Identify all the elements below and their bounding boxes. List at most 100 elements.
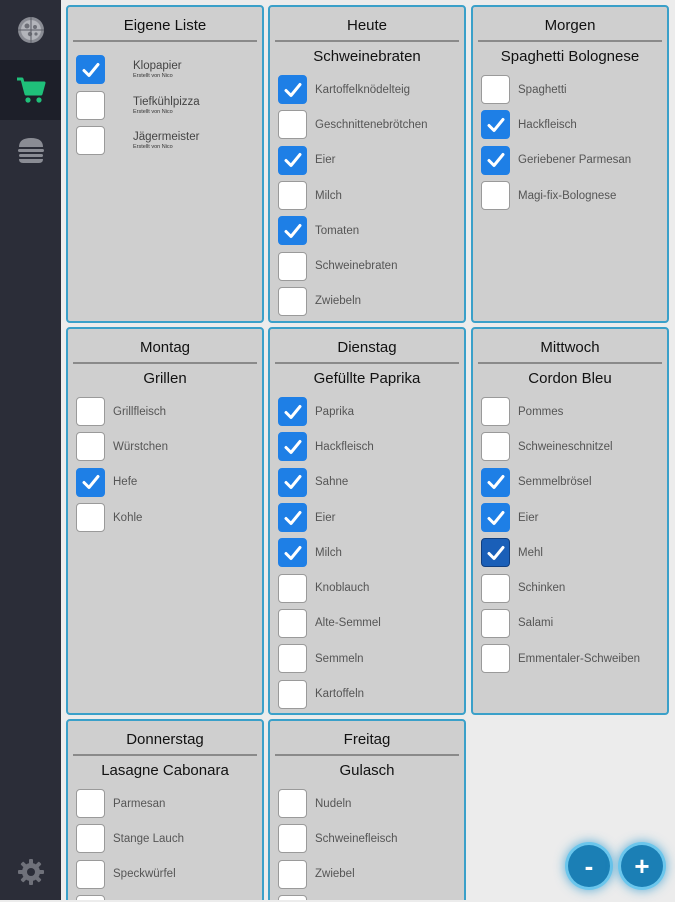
item-checkbox[interactable]	[76, 397, 105, 427]
item-checkbox[interactable]	[278, 573, 307, 603]
list-item[interactable]: Salami	[473, 606, 667, 641]
list-item[interactable]: Magi-fix-Bolognese	[473, 178, 667, 213]
list-item[interactable]: Semmeln	[270, 641, 464, 676]
list-item[interactable]: Hefe	[68, 465, 262, 500]
item-checkbox[interactable]	[278, 895, 307, 900]
item-checkbox[interactable]	[278, 110, 307, 140]
item-checkbox[interactable]	[278, 216, 307, 246]
item-checkbox[interactable]	[76, 90, 105, 120]
list-item[interactable]: Schinken	[473, 570, 667, 605]
list-item[interactable]: Sahne	[270, 465, 464, 500]
item-checkbox[interactable]	[481, 538, 510, 568]
nav-burger-button[interactable]	[0, 120, 61, 180]
list-item[interactable]	[68, 892, 262, 900]
list-item[interactable]: Schweineschnitzel	[473, 429, 667, 464]
list-item[interactable]: Semmelbrösel	[473, 465, 667, 500]
item-label: Zwiebel	[315, 868, 355, 881]
item-checkbox[interactable]	[76, 432, 105, 462]
list-item[interactable]: Eier	[270, 143, 464, 178]
item-checkbox[interactable]	[278, 789, 307, 819]
list-item[interactable]: Geschnittenebrötchen	[270, 107, 464, 142]
item-checkbox[interactable]	[481, 644, 510, 674]
card-title: Donnerstag	[73, 724, 257, 756]
list-item[interactable]: Eier	[473, 500, 667, 535]
list-item[interactable]: Jägermeister Erstellt von Nico	[68, 123, 262, 159]
day-card: Montag Grillen Grillfleisch Würstchen Hef…	[66, 327, 264, 715]
item-checkbox[interactable]	[278, 679, 307, 709]
item-checkbox[interactable]	[481, 467, 510, 497]
item-checkbox[interactable]	[76, 789, 105, 819]
item-checkbox[interactable]	[481, 75, 510, 105]
pizza-icon	[17, 17, 44, 43]
list-item[interactable]: Klopapier Erstellt von Nico	[68, 52, 262, 88]
item-checkbox[interactable]	[481, 181, 510, 211]
minus-button[interactable]: -	[568, 845, 610, 887]
item-checkbox[interactable]	[76, 503, 105, 533]
list-item[interactable]: Zwiebeln	[270, 284, 464, 319]
item-checkbox[interactable]	[278, 467, 307, 497]
list-item[interactable]: Emmentaler-Schweiben	[473, 641, 667, 676]
list-item[interactable]: Alte-Semmel	[270, 606, 464, 641]
item-checkbox[interactable]	[278, 75, 307, 105]
dish-name: Schweinebraten	[313, 48, 421, 65]
list-item[interactable]: Schweinefleisch	[270, 821, 464, 856]
list-item[interactable]: Spaghetti	[473, 72, 667, 107]
item-checkbox[interactable]	[481, 397, 510, 427]
list-item[interactable]	[270, 892, 464, 900]
item-checkbox[interactable]	[278, 538, 307, 568]
plus-button[interactable]: +	[621, 845, 663, 887]
item-checkbox[interactable]	[278, 608, 307, 638]
list-item[interactable]: Hackfleisch	[473, 107, 667, 142]
item-checkbox[interactable]	[278, 859, 307, 889]
item-checkbox[interactable]	[278, 145, 307, 175]
list-item[interactable]: Nudeln	[270, 786, 464, 821]
nav-pizza-button[interactable]	[0, 0, 61, 60]
list-item[interactable]: Grillfleisch	[68, 394, 262, 429]
list-item[interactable]: Milch	[270, 535, 464, 570]
item-checkbox[interactable]	[278, 503, 307, 533]
nav-cart-button[interactable]	[0, 60, 61, 120]
item-checkbox[interactable]	[76, 55, 105, 85]
list-item[interactable]: Milch	[270, 178, 464, 213]
item-checkbox[interactable]	[278, 181, 307, 211]
list-item[interactable]: Knoblauch	[270, 570, 464, 605]
list-item[interactable]: Mehl	[473, 535, 667, 570]
item-checkbox[interactable]	[76, 895, 105, 900]
list-item[interactable]: Hackfleisch	[270, 429, 464, 464]
list-item[interactable]: Paprika	[270, 394, 464, 429]
list-item[interactable]: Tiefkühlpizza Erstellt von Nico	[68, 88, 262, 124]
settings-button[interactable]	[0, 842, 61, 902]
item-checkbox[interactable]	[481, 145, 510, 175]
item-checkbox[interactable]	[481, 608, 510, 638]
list-item[interactable]: Kartoffeln	[270, 676, 464, 711]
item-checkbox[interactable]	[481, 573, 510, 603]
item-checkbox[interactable]	[278, 286, 307, 316]
item-label: Eier	[518, 511, 539, 524]
list-item[interactable]: Kartoffelknödelteig	[270, 72, 464, 107]
list-item[interactable]: Eier	[270, 500, 464, 535]
item-checkbox[interactable]	[481, 110, 510, 140]
item-label: Parmesan	[113, 797, 166, 810]
item-checkbox[interactable]	[76, 467, 105, 497]
item-checkbox[interactable]	[481, 503, 510, 533]
item-label: Sahne	[315, 476, 349, 489]
item-checkbox[interactable]	[76, 126, 105, 156]
list-item[interactable]: Würstchen	[68, 429, 262, 464]
list-item[interactable]: Zwiebel	[270, 857, 464, 892]
list-item[interactable]: Parmesan	[68, 786, 262, 821]
list-item[interactable]: Kohle	[68, 500, 262, 535]
item-checkbox[interactable]	[278, 432, 307, 462]
list-item[interactable]: Schweinebraten	[270, 248, 464, 283]
item-checkbox[interactable]	[278, 824, 307, 854]
list-item[interactable]: Pommes	[473, 394, 667, 429]
item-checkbox[interactable]	[278, 644, 307, 674]
list-item[interactable]: Tomaten	[270, 213, 464, 248]
item-checkbox[interactable]	[481, 432, 510, 462]
item-checkbox[interactable]	[76, 859, 105, 889]
item-checkbox[interactable]	[278, 397, 307, 427]
item-checkbox[interactable]	[76, 824, 105, 854]
list-item[interactable]: Geriebener Parmesan	[473, 143, 667, 178]
list-item[interactable]: Speckwürfel	[68, 857, 262, 892]
list-item[interactable]: Stange Lauch	[68, 821, 262, 856]
item-checkbox[interactable]	[278, 251, 307, 281]
